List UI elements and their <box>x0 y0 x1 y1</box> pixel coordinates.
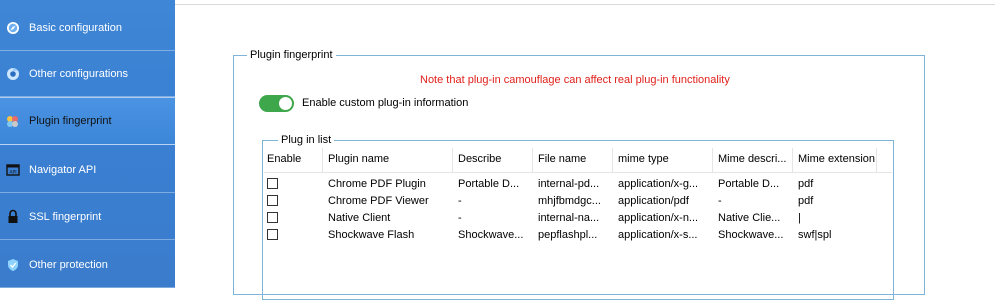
mime-extension-cell: pdf <box>798 195 814 207</box>
plugin-name-cell: Chrome PDF Viewer <box>328 195 429 207</box>
mime-description-cell: - <box>718 195 722 207</box>
file-name-cell: internal-na... <box>538 212 600 224</box>
column-divider <box>612 148 613 172</box>
lock-icon <box>5 209 20 224</box>
file-name-cell: internal-pd... <box>538 178 600 190</box>
describe-cell: - <box>458 212 462 224</box>
camouflage-warning: Note that plug-in camouflage can affect … <box>420 74 730 86</box>
sidebar-item-label: Plugin fingerprint <box>29 115 112 127</box>
sidebar-item-label: SSL fingerprint <box>29 210 102 223</box>
column-header-mime-description[interactable]: Mime descri... <box>718 153 792 165</box>
toggle-knob <box>279 97 292 110</box>
column-divider <box>322 148 323 172</box>
sidebar-item-label: Other protection <box>29 258 108 271</box>
compass-icon <box>5 20 20 35</box>
plugin-fingerprint-group-title: Plugin fingerprint <box>247 49 336 62</box>
column-divider <box>712 148 713 172</box>
header-divider <box>264 172 892 173</box>
enable-checkbox[interactable] <box>267 229 278 240</box>
sidebar-item-plugin-fingerprint[interactable]: Plugin fingerprint <box>0 97 175 145</box>
column-header-file-name[interactable]: File name <box>538 153 610 165</box>
mime-type-cell: application/x-g... <box>618 178 699 190</box>
file-name-cell: pepflashpl... <box>538 229 598 241</box>
column-divider <box>452 148 453 172</box>
column-header-plugin-name[interactable]: Plugin name <box>328 153 448 165</box>
mime-type-cell: application/x-s... <box>618 229 698 241</box>
mime-extension-cell: pdf <box>798 178 814 190</box>
mime-description-cell: Shockwave... <box>718 229 784 241</box>
enable-checkbox[interactable] <box>267 212 278 223</box>
custom-plugin-toggle[interactable] <box>259 95 294 112</box>
describe-cell: Shockwave... <box>458 229 524 241</box>
plugin-name-cell: Shockwave Flash <box>328 229 415 241</box>
column-header-enable[interactable]: Enable <box>267 153 322 165</box>
api-icon: API <box>5 162 20 177</box>
chrome-icon <box>5 66 20 81</box>
column-divider <box>876 148 877 172</box>
describe-cell: Portable D... <box>458 178 520 190</box>
column-header-mime-extension[interactable]: Mime extension <box>798 153 882 165</box>
file-name-cell: mhjfbmdgc... <box>538 195 601 207</box>
top-divider <box>175 4 995 5</box>
sidebar-item-navigator-api[interactable]: API Navigator API <box>0 147 175 193</box>
sidebar: Basic configuration Other configurations… <box>0 0 175 288</box>
mime-type-cell: application/x-n... <box>618 212 699 224</box>
describe-cell: - <box>458 195 462 207</box>
svg-text:API: API <box>9 169 16 175</box>
plugin-list-group-title: Plug in list <box>278 134 335 147</box>
plugin-name-cell: Chrome PDF Plugin <box>328 178 426 190</box>
puzzle-icon <box>5 114 20 129</box>
column-header-mime-type[interactable]: mime type <box>618 153 710 165</box>
sidebar-item-label: Navigator API <box>29 163 97 176</box>
sidebar-item-other-configurations[interactable]: Other configurations <box>0 51 175 97</box>
sidebar-item-label: Other configurations <box>29 67 129 80</box>
column-header-describe[interactable]: Describe <box>458 153 530 165</box>
mime-type-cell: application/pdf <box>618 195 689 207</box>
mime-extension-cell: | <box>798 212 801 224</box>
sidebar-item-other-protection[interactable]: Other protection <box>0 242 175 288</box>
custom-plugin-toggle-label: Enable custom plug-in information <box>302 97 469 109</box>
enable-checkbox[interactable] <box>267 178 278 189</box>
mime-description-cell: Native Clie... <box>718 212 781 224</box>
sidebar-item-label: Basic configuration <box>29 21 122 34</box>
mime-description-cell: Portable D... <box>718 178 780 190</box>
sidebar-item-basic-configuration[interactable]: Basic configuration <box>0 5 175 51</box>
shield-icon <box>5 257 20 272</box>
mime-extension-cell: swf|spl <box>798 229 832 241</box>
sidebar-item-ssl-fingerprint[interactable]: SSL fingerprint <box>0 194 175 240</box>
column-divider <box>792 148 793 172</box>
plugin-name-cell: Native Client <box>328 212 391 224</box>
enable-checkbox[interactable] <box>267 195 278 206</box>
column-divider <box>532 148 533 172</box>
